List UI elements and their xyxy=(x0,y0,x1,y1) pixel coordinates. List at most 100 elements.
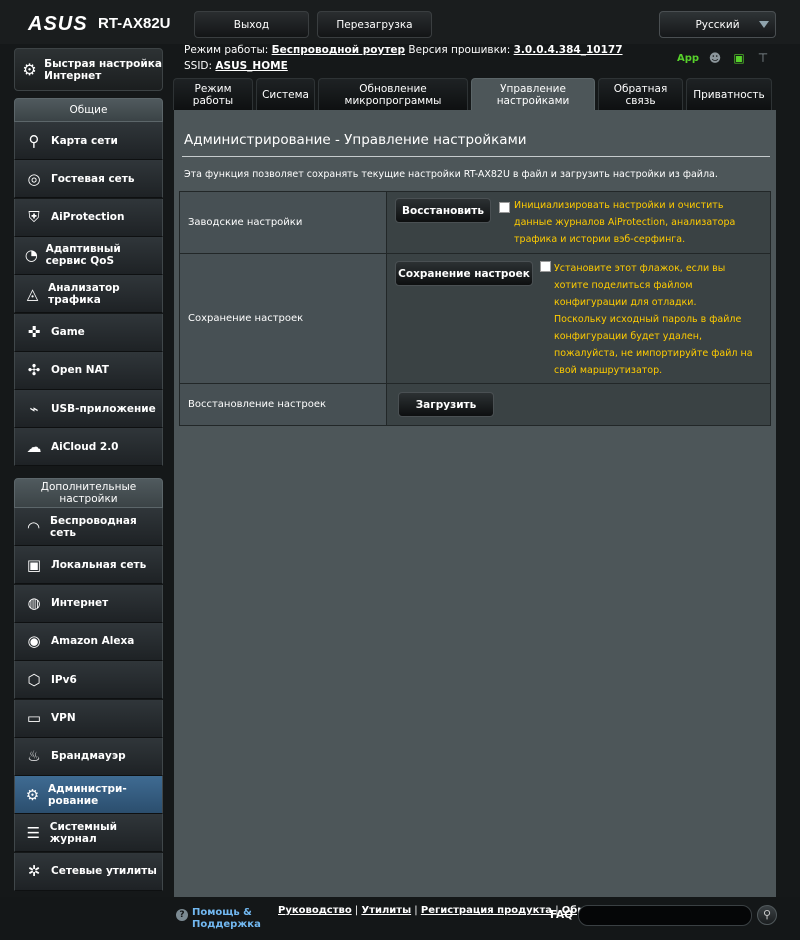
restore-default-button[interactable]: Восстановить xyxy=(395,198,491,223)
restore-settings-label: Восстановление настроек xyxy=(180,384,387,425)
save-settings-label: Сохранение настроек xyxy=(180,254,387,383)
section-general: Общие xyxy=(14,98,163,122)
share-config-checkbox[interactable] xyxy=(540,261,551,272)
sidebar-item-ipv6[interactable]: ⬡ IPv6 xyxy=(14,661,163,700)
table-row: Сохранение настроек Сохранение настроек … xyxy=(180,254,770,384)
page-description: Эта функция позволяет сохранять текущие … xyxy=(184,169,718,180)
table-row: Заводские настройки Восстановить Инициал… xyxy=(180,192,770,254)
ssid-value: ASUS_HOME xyxy=(215,60,288,72)
sidebar-item-tools[interactable]: ✲ Сетевые утилиты xyxy=(14,852,163,891)
usb-icon: ⌁ xyxy=(29,399,39,418)
network-map-icon: ⚲ xyxy=(28,131,40,150)
sidebar-item-alexa[interactable]: ◉ Amazon Alexa xyxy=(14,622,163,661)
language-select[interactable]: Русский xyxy=(659,11,776,38)
firewall-icon: ♨ xyxy=(27,747,41,766)
sidebar-item-label: Брандмауэр xyxy=(51,750,126,763)
open-nat-icon: ✣ xyxy=(27,361,41,380)
sidebar-item-label: Адаптивный сервис QoS xyxy=(45,243,121,268)
chevron-down-icon xyxy=(759,21,769,28)
sidebar-item-label: Интернет xyxy=(51,597,109,610)
quick-setup-icon: ⚙ xyxy=(22,60,37,79)
alexa-icon: ◉ xyxy=(27,632,41,651)
log-icon: ☰ xyxy=(26,823,41,842)
factory-default-label: Заводские настройки xyxy=(180,192,387,253)
table-row: Восстановление настроек Загрузить xyxy=(180,384,770,425)
sidebar-item-globe[interactable]: ◍ Интернет xyxy=(14,584,163,623)
ipv6-icon: ⬡ xyxy=(27,670,41,689)
save-note-1: Установите этот флажок, если вы хотите п… xyxy=(554,263,726,308)
logout-button[interactable]: Выход xyxy=(194,11,309,38)
page-title: Администрирование - Управление настройка… xyxy=(184,132,527,148)
manual-link[interactable]: Руководство xyxy=(278,905,352,916)
sidebar-item-wireless[interactable]: ◠ Беспроводная сеть xyxy=(14,508,163,546)
sidebar-item-vpn[interactable]: ▭ VPN xyxy=(14,699,163,738)
tab-settings-management[interactable]: Управление настройками xyxy=(471,78,595,110)
firmware-link[interactable]: 3.0.0.4.384_10177 xyxy=(514,44,623,56)
help-icon: ? xyxy=(176,909,188,921)
qos-icon: ◔ xyxy=(24,246,38,265)
sidebar-item-qos[interactable]: ◔ Адаптивный сервис QoS xyxy=(14,236,163,275)
sidebar-item-cloud[interactable]: ☁ AiCloud 2.0 xyxy=(14,428,163,467)
tools-icon: ✲ xyxy=(27,862,41,881)
sidebar-item-admin[interactable]: ⚙ Администри-рование xyxy=(14,776,163,815)
sidebar-item-open-nat[interactable]: ✣ Open NAT xyxy=(14,351,163,390)
cloud-icon: ☁ xyxy=(26,437,42,456)
sidebar-item-label: Гостевая сеть xyxy=(51,172,135,185)
save-settings-button[interactable]: Сохранение настроек xyxy=(395,261,533,286)
quick-internet-setup[interactable]: ⚙ Быстрая настройка Интернет xyxy=(14,48,163,91)
admin-icon: ⚙ xyxy=(25,785,40,804)
traffic-analyzer-icon: ◬ xyxy=(26,284,39,303)
restore-settings-cell: Загрузить xyxy=(387,384,770,425)
sidebar-item-guest-network[interactable]: ◎ Гостевая сеть xyxy=(14,160,163,199)
ssid-label: SSID: xyxy=(184,60,213,72)
vpn-icon: ▭ xyxy=(26,709,42,727)
ssid-line: SSID: ASUS_HOME xyxy=(184,60,288,72)
firmware-label: Версия прошивки: xyxy=(408,44,511,56)
registration-link[interactable]: Регистрация продукта xyxy=(421,905,552,916)
clear-data-checkbox[interactable] xyxy=(499,202,510,213)
tab-system[interactable]: Система xyxy=(256,78,315,110)
tab-firmware-upgrade[interactable]: Обновление микропрограммы xyxy=(318,78,468,110)
quick-setup-label: Быстрая настройка Интернет xyxy=(44,57,162,82)
sidebar-item-usb[interactable]: ⌁ USB-приложение xyxy=(14,390,163,429)
sidebar-item-traffic-analyzer[interactable]: ◬ Анализатор трафика xyxy=(14,275,163,314)
save-settings-cell: Сохранение настроек Установите этот флаж… xyxy=(387,254,770,383)
lan-icon: ▣ xyxy=(26,555,42,574)
gamepad-icon: ✜ xyxy=(27,323,41,341)
sidebar-item-aiprotection[interactable]: ⛨ AiProtection xyxy=(14,198,163,237)
sidebar-item-label: Карта сети xyxy=(51,134,118,147)
sidebar-item-label: IPv6 xyxy=(51,673,77,686)
tab-privacy[interactable]: Приватность xyxy=(686,78,772,110)
sidebar-item-network-map[interactable]: ⚲ Карта сети xyxy=(14,122,163,160)
faq-search-input[interactable] xyxy=(578,905,752,926)
sidebar-item-lan[interactable]: ▣ Локальная сеть xyxy=(14,546,163,585)
help-support-link[interactable]: ? Помощь & Поддержка xyxy=(176,907,262,931)
utilities-link[interactable]: Утилиты xyxy=(361,905,411,916)
sidebar-item-label: USB-приложение xyxy=(51,402,156,415)
app-link[interactable]: App xyxy=(677,53,699,64)
search-icon[interactable]: ⚲ xyxy=(757,905,777,925)
sidebar-item-label: Анализатор трафика xyxy=(48,281,120,306)
upload-button[interactable]: Загрузить xyxy=(398,392,494,417)
guest-network-icon: ◎ xyxy=(27,169,41,188)
tab-feedback[interactable]: Обратная связь xyxy=(598,78,683,110)
aiprotection-icon: ⛨ xyxy=(28,208,40,227)
globe-icon: ◍ xyxy=(27,594,41,613)
sidebar-item-label: Amazon Alexa xyxy=(51,635,135,648)
network-status-icon[interactable]: ▣ xyxy=(731,51,747,65)
sidebar-item-firewall[interactable]: ♨ Брандмауэр xyxy=(14,737,163,776)
factory-default-cell: Восстановить Инициализировать настройки … xyxy=(387,192,770,253)
mode-link[interactable]: Беспроводной роутер xyxy=(272,44,405,56)
main-panel: Администрирование - Управление настройка… xyxy=(174,110,776,897)
model-name: RT-AX82U xyxy=(98,15,171,32)
operation-mode-line: Режим работы: Беспроводной роутер Версия… xyxy=(184,44,623,56)
reboot-button[interactable]: Перезагрузка xyxy=(317,11,432,38)
sidebar-item-gamepad[interactable]: ✜ Game xyxy=(14,313,163,352)
usb-status-icon[interactable]: ⊤ xyxy=(755,51,771,65)
clients-icon[interactable]: ☻ xyxy=(707,51,723,65)
faq-label: FAQ xyxy=(550,909,574,921)
sidebar-item-log[interactable]: ☰ Системный журнал xyxy=(14,814,163,853)
section-advanced: Дополнительные настройки xyxy=(14,478,163,508)
asus-logo: ASUS xyxy=(28,13,88,35)
tab-operation-mode[interactable]: Режим работы xyxy=(173,78,253,110)
